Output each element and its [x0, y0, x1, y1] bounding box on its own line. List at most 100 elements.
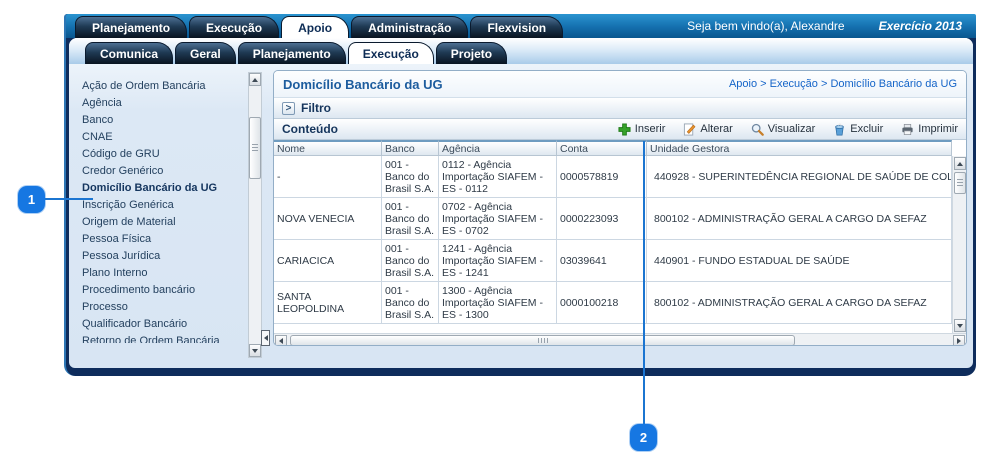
view-button-label: Visualizar — [768, 123, 816, 135]
cell-unidade-gestora: 440901 - FUNDO ESTADUAL DE SAÚDE — [647, 240, 952, 282]
print-button-label: Imprimir — [918, 123, 958, 135]
callout-2-number: 2 — [640, 430, 647, 445]
sidebar-item-origem-de-material[interactable]: Origem de Material — [82, 214, 244, 231]
content-bar: Conteúdo Inserir Alterar — [274, 119, 966, 140]
table-row[interactable]: - 001 - Banco do Brasil S.A. 0112 - Agên… — [274, 156, 952, 198]
tab-execucao[interactable]: Execução — [189, 16, 279, 38]
welcome-text: Seja bem vindo(a), Alexandre — [687, 19, 844, 33]
sidebar-item-inscricao-generica[interactable]: Inscrição Genérica — [82, 197, 244, 214]
cell-nome: SANTA LEOPOLDINA — [274, 282, 382, 324]
scroll-right-arrow-icon[interactable] — [953, 335, 965, 347]
scroll-left-arrow-icon[interactable] — [275, 335, 287, 347]
table-vertical-scrollbar[interactable] — [952, 156, 966, 333]
sidebar-scrollbar[interactable] — [248, 72, 262, 358]
sidebar-item-codigo-de-gru[interactable]: Código de GRU — [82, 146, 244, 163]
subtab-comunica[interactable]: Comunica — [85, 42, 173, 64]
sidebar-item-credor-generico[interactable]: Credor Genérico — [82, 163, 244, 180]
column-header-nome[interactable]: Nome — [274, 140, 382, 156]
sidebar-menu: Ação de Ordem Bancária Agência Banco CNA… — [82, 78, 244, 343]
cell-conta: 0000578819 — [557, 156, 647, 198]
callout-2-badge: 2 — [630, 424, 657, 451]
sidebar-item-domicilio-bancario-da-ug[interactable]: Domicílio Bancário da UG — [82, 180, 244, 197]
callout-1-badge: 1 — [18, 186, 45, 213]
sidebar-item-pessoa-fisica[interactable]: Pessoa Física — [82, 231, 244, 248]
scroll-up-arrow-icon[interactable] — [249, 73, 261, 86]
subtab-geral[interactable]: Geral — [175, 42, 236, 64]
tab-planejamento[interactable]: Planejamento — [75, 16, 187, 38]
toolbar: Inserir Alterar Visualizar — [618, 123, 958, 136]
tab-administracao[interactable]: Administração — [351, 16, 468, 38]
scroll-up-arrow-icon[interactable] — [954, 157, 966, 170]
cell-conta: 03039641 — [557, 240, 647, 282]
callout-1-number: 1 — [28, 192, 35, 207]
sidebar-item-pessoa-juridica[interactable]: Pessoa Jurídica — [82, 248, 244, 265]
sidebar-item-banco[interactable]: Banco — [82, 112, 244, 129]
window-body: Comunica Geral Planejamento Execução Pro… — [69, 38, 973, 368]
sidebar-item-retorno-de-ordem-bancaria[interactable]: Retorno de Ordem Bancária — [82, 333, 244, 343]
delete-button-label: Excluir — [850, 123, 883, 135]
collapse-left-arrow-icon — [264, 335, 268, 341]
scroll-down-arrow-icon[interactable] — [954, 319, 966, 332]
sidebar-item-procedimento-bancario[interactable]: Procedimento bancário — [82, 282, 244, 299]
cell-agencia: 1300 - Agência Importação SIAFEM - ES - … — [439, 282, 557, 324]
filter-bar: > Filtro — [274, 98, 966, 119]
column-header-banco[interactable]: Banco — [382, 140, 439, 156]
cell-agencia: 0112 - Agência Importação SIAFEM - ES - … — [439, 156, 557, 198]
cell-agencia: 1241 - Agência Importação SIAFEM - ES - … — [439, 240, 557, 282]
content-label: Conteúdo — [282, 122, 338, 136]
top-nav-bar: Planejamento Execução Apoio Administraçã… — [66, 14, 976, 38]
page-title: Domicílio Bancário da UG — [283, 77, 443, 92]
cell-nome: NOVA VENECIA — [274, 198, 382, 240]
print-button[interactable]: Imprimir — [901, 123, 958, 136]
insert-plus-icon — [618, 123, 631, 136]
cell-unidade-gestora: 440928 - SUPERINTEDÊNCIA REGIONAL DE SAÚ… — [647, 156, 952, 198]
subtab-projeto[interactable]: Projeto — [436, 42, 507, 64]
exercise-year: Exercício 2013 — [879, 19, 962, 33]
cell-nome: - — [274, 156, 382, 198]
cell-banco: 001 - Banco do Brasil S.A. — [382, 240, 439, 282]
main-panel: Domicílio Bancário da UG Apoio > Execuçã… — [273, 70, 967, 346]
column-header-conta[interactable]: Conta — [557, 140, 647, 156]
table-row[interactable]: CARIACICA 001 - Banco do Brasil S.A. 124… — [274, 240, 952, 282]
magnifier-icon — [751, 123, 764, 136]
sidebar-item-processo[interactable]: Processo — [82, 299, 244, 316]
table-horizontal-scrollbar[interactable] — [274, 333, 966, 346]
insert-button[interactable]: Inserir — [618, 123, 666, 136]
sidebar-scrollbar-thumb[interactable] — [249, 117, 261, 179]
table-row[interactable]: NOVA VENECIA 001 - Banco do Brasil S.A. … — [274, 198, 952, 240]
filter-expand-button[interactable]: > — [282, 102, 295, 115]
subtab-planejamento[interactable]: Planejamento — [238, 42, 346, 64]
sidebar-item-agencia[interactable]: Agência — [82, 95, 244, 112]
sidebar-collapse-button[interactable] — [261, 330, 270, 346]
app-window: Planejamento Execução Apoio Administraçã… — [64, 14, 976, 376]
cell-unidade-gestora: 800102 - ADMINISTRAÇÃO GERAL A CARGO DA … — [647, 282, 952, 324]
horizontal-scrollbar-thumb[interactable] — [290, 335, 795, 346]
sidebar-item-acao-de-ordem-bancaria[interactable]: Ação de Ordem Bancária — [82, 78, 244, 95]
table-row[interactable]: SANTA LEOPOLDINA 001 - Banco do Brasil S… — [274, 282, 952, 324]
vertical-scrollbar-thumb[interactable] — [954, 172, 966, 194]
sidebar-item-cnae[interactable]: CNAE — [82, 129, 244, 146]
scroll-down-arrow-icon[interactable] — [249, 344, 261, 357]
breadcrumb[interactable]: Apoio > Execução > Domicílio Bancário da… — [729, 78, 957, 90]
delete-button[interactable]: Excluir — [833, 123, 883, 136]
callout-2-line — [643, 141, 645, 425]
welcome-area: Seja bem vindo(a), Alexandre Exercício 2… — [673, 19, 976, 33]
column-header-agencia[interactable]: Agência — [439, 140, 557, 156]
column-header-unidade-gestora[interactable]: Unidade Gestora — [647, 140, 952, 156]
edit-button-label: Alterar — [700, 123, 732, 135]
edit-button[interactable]: Alterar — [683, 123, 732, 136]
panel-title-row: Domicílio Bancário da UG Apoio > Execuçã… — [274, 71, 966, 98]
edit-pencil-icon — [683, 123, 696, 136]
table-header-row: Nome Banco Agência Conta Unidade Gestora — [274, 140, 952, 156]
tab-flexvision[interactable]: Flexvision — [470, 16, 563, 38]
view-button[interactable]: Visualizar — [751, 123, 816, 136]
sidebar-item-plano-interno[interactable]: Plano Interno — [82, 265, 244, 282]
sidebar-item-qualificador-bancario[interactable]: Qualificador Bancário — [82, 316, 244, 333]
tab-apoio[interactable]: Apoio — [281, 16, 349, 38]
callout-1-line — [44, 198, 93, 200]
cell-banco: 001 - Banco do Brasil S.A. — [382, 156, 439, 198]
page: Planejamento Execução Apoio Administraçã… — [0, 0, 1000, 460]
cell-banco: 001 - Banco do Brasil S.A. — [382, 198, 439, 240]
subtab-execucao[interactable]: Execução — [348, 42, 434, 64]
cell-nome: CARIACICA — [274, 240, 382, 282]
